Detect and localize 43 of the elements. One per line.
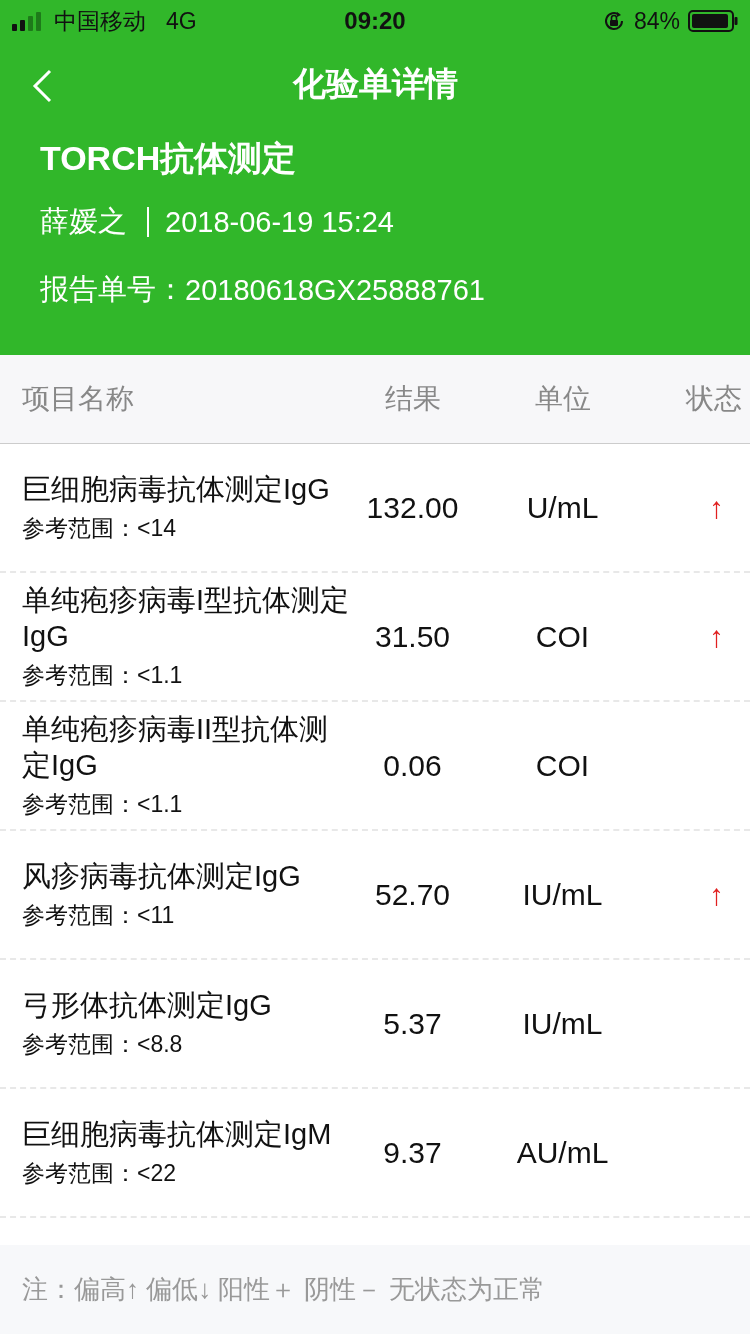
status-arrow: ↑ [709, 490, 724, 524]
legend-note: 注：偏高↑ 偏低↓ 阳性＋ 阴性－ 无状态为正常 [22, 1273, 545, 1306]
unit-text: U/mL [525, 490, 600, 525]
test-name: 单纯疱疹病毒II型抗体测定IgG [22, 712, 330, 783]
report-number: 20180618GX25888761 [185, 273, 485, 307]
column-header: 结果 [383, 382, 442, 416]
page-title: 化验单详情 [292, 63, 458, 104]
patient-name: 薛媛之 [40, 204, 127, 239]
carrier-name: 中国移动 [54, 6, 146, 36]
unit-text: AU/mL [515, 1135, 610, 1170]
result-value: 5.37 [382, 1006, 443, 1041]
status-time: 09:20 [344, 7, 406, 35]
unit-text: IU/mL [521, 877, 604, 912]
test-name: 风疹病毒抗体测定IgG [22, 859, 302, 894]
unit-text: COI [534, 619, 591, 654]
reference-range: 参考范围：<1.1 [22, 790, 184, 819]
reference-range: 参考范围：<22 [22, 1159, 177, 1188]
column-header: 状态 [685, 382, 743, 416]
report-number-label: 报告单号： [40, 272, 185, 307]
test-name: 弓形体抗体测定IgG [22, 988, 273, 1023]
column-header: 项目名称 [21, 382, 135, 416]
column-header: 单位 [533, 382, 592, 416]
battery-icon [688, 10, 738, 32]
report-datetime: 2018-06-19 15:24 [165, 205, 394, 239]
status-arrow: ↑ [709, 619, 724, 653]
result-value: 52.70 [373, 877, 452, 912]
reference-range: 参考范围：<1.1 [22, 661, 184, 690]
test-name: 巨细胞病毒抗体测定IgG [22, 472, 331, 507]
unit-text: COI [534, 748, 591, 783]
test-name: 单纯疱疹病毒I型抗体测定IgG [22, 583, 350, 654]
network-type: 4G [166, 7, 197, 35]
result-value: 9.37 [382, 1135, 443, 1170]
test-name: 巨细胞病毒抗体测定IgM [22, 1117, 333, 1152]
battery-percent: 84% [633, 7, 680, 35]
reference-range: 参考范围：<14 [22, 514, 177, 543]
result-value: 132.00 [365, 490, 460, 525]
result-value: 0.06 [382, 748, 443, 783]
reference-range: 参考范围：<8.8 [22, 1030, 184, 1059]
reference-range: 参考范围：<11 [22, 901, 176, 930]
result-value: 31.50 [373, 619, 452, 654]
status-arrow: ↑ [709, 877, 724, 911]
unit-text: IU/mL [521, 1006, 604, 1041]
report-title: TORCH抗体测定 [40, 138, 298, 179]
